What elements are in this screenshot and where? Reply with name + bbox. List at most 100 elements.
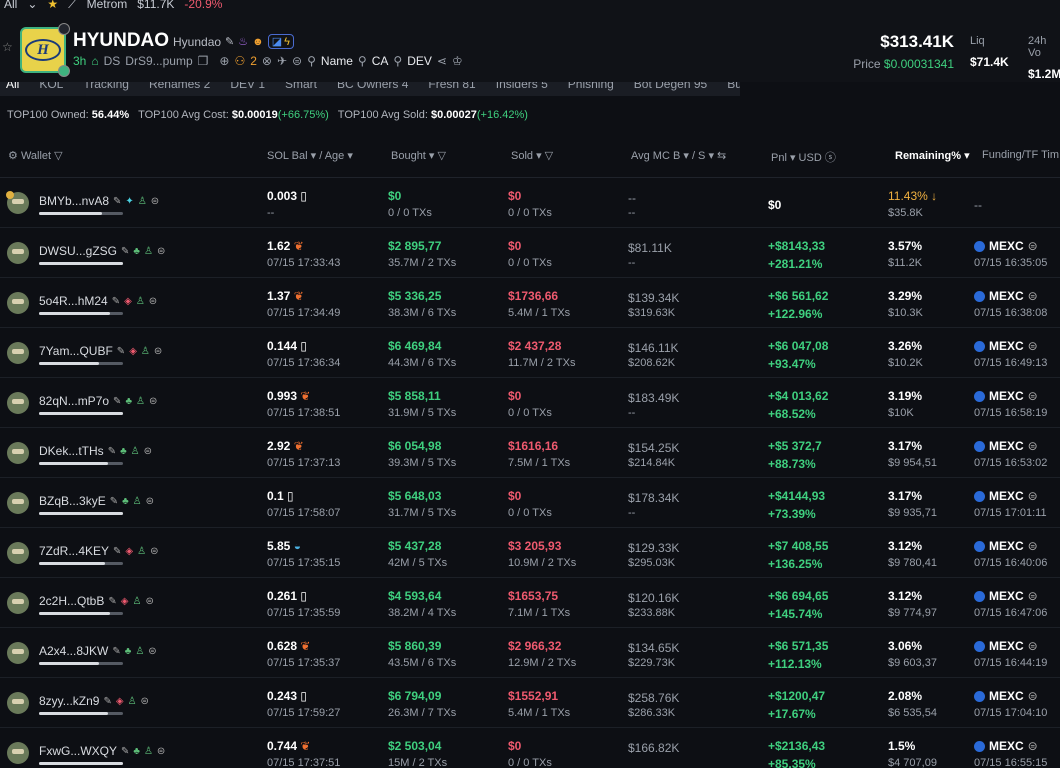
list-icon[interactable]: ⊜ bbox=[149, 296, 157, 307]
user-plus-icon[interactable]: ♙ bbox=[141, 346, 150, 357]
user-plus-icon[interactable]: ♙ bbox=[131, 446, 140, 457]
table-row[interactable]: 7Yam...QUBF ✎ ◈ ♙ ⊜ 0.144 ▯ 07/15 17:36:… bbox=[0, 328, 1060, 378]
col-sol[interactable]: SOL Bal ▾ / Age ▾ bbox=[267, 149, 353, 162]
avatar[interactable] bbox=[7, 392, 29, 414]
list-icon[interactable]: ⊜ bbox=[157, 746, 165, 757]
tab-3[interactable]: Renames 2 bbox=[149, 82, 210, 96]
table-row[interactable]: 8zyy...kZn9 ✎ ◈ ♙ ⊜ 0.243 ▯ 07/15 17:59:… bbox=[0, 678, 1060, 728]
wallet-address[interactable]: 5o4R...hM24 bbox=[39, 294, 108, 308]
tab-11[interactable]: Bundler 122 bbox=[727, 82, 740, 96]
list-icon[interactable]: ⊜ bbox=[148, 646, 156, 657]
col-bought[interactable]: Bought ▾ ▽ bbox=[391, 149, 446, 162]
table-row[interactable]: 7ZdR...4KEY ✎ ◈ ♙ ⊜ 5.85 ◒ 07/15 17:35:1… bbox=[0, 528, 1060, 578]
telegram-icon[interactable]: ✈ bbox=[277, 54, 287, 68]
avatar[interactable] bbox=[7, 242, 29, 264]
wallet-address[interactable]: DKek...tTHs bbox=[39, 444, 104, 458]
gear-icon[interactable]: ⚙ bbox=[8, 150, 18, 162]
tab-7[interactable]: Fresh 81 bbox=[428, 82, 475, 96]
list-icon[interactable]: ⊜ bbox=[146, 496, 154, 507]
funding-source[interactable]: MEXC ⊜ bbox=[974, 639, 1038, 653]
user-plus-icon[interactable]: ♙ bbox=[136, 396, 145, 407]
wallet-address[interactable]: 2c2H...QtbB bbox=[39, 594, 104, 608]
search-dev-link[interactable]: DEV bbox=[407, 54, 432, 68]
filter-icon[interactable]: ▽ bbox=[54, 150, 62, 162]
table-row[interactable]: 5o4R...hM24 ✎ ◈ ♙ ⊜ 1.37 ❦ 07/15 17:34:4… bbox=[0, 278, 1060, 328]
edit-icon[interactable]: ✎ bbox=[113, 396, 121, 407]
swap-icon[interactable]: ⇆ bbox=[717, 150, 726, 162]
avatar[interactable] bbox=[7, 292, 29, 314]
funding-source[interactable]: MEXC ⊜ bbox=[974, 739, 1038, 753]
funding-source[interactable]: MEXC ⊜ bbox=[974, 239, 1038, 253]
tab-1[interactable]: KOL bbox=[39, 82, 63, 96]
col-sold[interactable]: Sold ▾ ▽ bbox=[511, 149, 553, 162]
token-address[interactable]: DrS9...pump bbox=[125, 54, 192, 68]
tab-8[interactable]: Insiders 5 bbox=[496, 82, 548, 96]
table-row[interactable]: FxwG...WXQY ✎ ♣ ♙ ⊜ 0.744 ❦ 07/15 17:37:… bbox=[0, 728, 1060, 768]
x-icon[interactable]: ⊗ bbox=[262, 54, 272, 68]
avatar[interactable] bbox=[7, 442, 29, 464]
funding-source[interactable]: MEXC ⊜ bbox=[974, 439, 1038, 453]
edit-icon[interactable]: ✎ bbox=[117, 346, 125, 357]
filter-icon[interactable]: ▽ bbox=[545, 150, 553, 162]
user-plus-icon[interactable]: ♙ bbox=[135, 646, 144, 657]
user-plus-icon[interactable]: ♙ bbox=[144, 746, 153, 757]
avatar[interactable] bbox=[7, 492, 29, 514]
ticker-token[interactable]: Metrom bbox=[87, 0, 128, 10]
list-icon[interactable]: ⊜ bbox=[145, 596, 153, 607]
edit-icon[interactable]: ✎ bbox=[113, 546, 121, 557]
table-row[interactable]: DKek...tTHs ✎ ♣ ♙ ⊜ 2.92 ❦ 07/15 17:37:1… bbox=[0, 428, 1060, 478]
edit-icon[interactable]: ✎ bbox=[108, 446, 116, 457]
wallet-address[interactable]: 7ZdR...4KEY bbox=[39, 544, 109, 558]
table-row[interactable]: BZqB...3kyE ✎ ♣ ♙ ⊜ 0.1 ▯ 07/15 17:58:07… bbox=[0, 478, 1060, 528]
tab-6[interactable]: BC Owners 4 bbox=[337, 82, 408, 96]
edit-icon[interactable]: ✎ bbox=[113, 196, 121, 207]
funding-source[interactable]: MEXC ⊜ bbox=[974, 489, 1038, 503]
funding-source[interactable]: MEXC ⊜ bbox=[974, 589, 1038, 603]
user-plus-icon[interactable]: ♙ bbox=[137, 546, 146, 557]
wallet-address[interactable]: BMYb...nvA8 bbox=[39, 194, 109, 208]
avatar[interactable] bbox=[7, 692, 29, 714]
list-icon[interactable]: ⊜ bbox=[292, 54, 302, 68]
list-icon[interactable]: ⊜ bbox=[141, 696, 149, 707]
token-logo[interactable]: H bbox=[20, 23, 70, 77]
funding-source[interactable]: MEXC ⊜ bbox=[974, 689, 1038, 703]
star-icon[interactable]: ★ bbox=[47, 0, 58, 10]
search-ca-link[interactable]: CA bbox=[372, 54, 389, 68]
tab-2[interactable]: Tracking bbox=[83, 82, 129, 96]
list-icon[interactable]: ⊜ bbox=[150, 546, 158, 557]
funding-source[interactable]: MEXC ⊜ bbox=[974, 389, 1038, 403]
col-avgmc[interactable]: Avg MC B ▾ / S ▾ ⇆ bbox=[631, 149, 726, 162]
list-icon[interactable]: ⊜ bbox=[157, 246, 165, 257]
pin-icon[interactable]: ☆ bbox=[2, 40, 13, 54]
wallet-address[interactable]: A2x4...8JKW bbox=[39, 644, 108, 658]
col-wallet[interactable]: ⚙ Wallet ▽ bbox=[8, 149, 63, 162]
col-remaining[interactable]: Remaining% ▾ bbox=[895, 149, 970, 162]
list-icon[interactable]: ⊜ bbox=[144, 446, 152, 457]
chevron-down-icon[interactable]: ⌄ bbox=[27, 0, 37, 10]
edit-icon[interactable]: ✎ bbox=[103, 696, 111, 707]
avatar[interactable] bbox=[7, 542, 29, 564]
table-row[interactable]: DWSU...gZSG ✎ ♣ ♙ ⊜ 1.62 ❦ 07/15 17:33:4… bbox=[0, 228, 1060, 278]
all-filter[interactable]: All bbox=[4, 0, 17, 10]
table-row[interactable]: A2x4...8JKW ✎ ♣ ♙ ⊜ 0.628 ❦ 07/15 17:35:… bbox=[0, 628, 1060, 678]
edit-icon[interactable]: ✎ bbox=[121, 246, 129, 257]
wallet-address[interactable]: 7Yam...QUBF bbox=[39, 344, 113, 358]
copy-icon[interactable]: ❐ bbox=[198, 54, 209, 68]
wallet-address[interactable]: BZqB...3kyE bbox=[39, 494, 106, 508]
user-plus-icon[interactable]: ♙ bbox=[128, 696, 137, 707]
tab-5[interactable]: Smart bbox=[285, 82, 317, 96]
edit-icon[interactable]: ✎ bbox=[108, 596, 116, 607]
wallet-address[interactable]: 8zyy...kZn9 bbox=[39, 694, 99, 708]
avatar[interactable] bbox=[7, 592, 29, 614]
tab-4[interactable]: DEV 1 bbox=[230, 82, 265, 96]
user-plus-icon[interactable]: ♙ bbox=[138, 196, 147, 207]
user-plus-icon[interactable]: ♙ bbox=[136, 296, 145, 307]
search-icon[interactable]: ⚲ bbox=[393, 54, 402, 68]
edit-icon[interactable]: ✎ bbox=[112, 296, 120, 307]
table-row[interactable]: 2c2H...QtbB ✎ ◈ ♙ ⊜ 0.261 ▯ 07/15 17:35:… bbox=[0, 578, 1060, 628]
funding-source[interactable]: MEXC ⊜ bbox=[974, 289, 1038, 303]
user-plus-icon[interactable]: ♙ bbox=[133, 496, 142, 507]
search-icon[interactable]: ⚲ bbox=[358, 54, 367, 68]
user-plus-icon[interactable]: ♙ bbox=[144, 246, 153, 257]
edit-icon[interactable]: ✎ bbox=[225, 35, 234, 48]
